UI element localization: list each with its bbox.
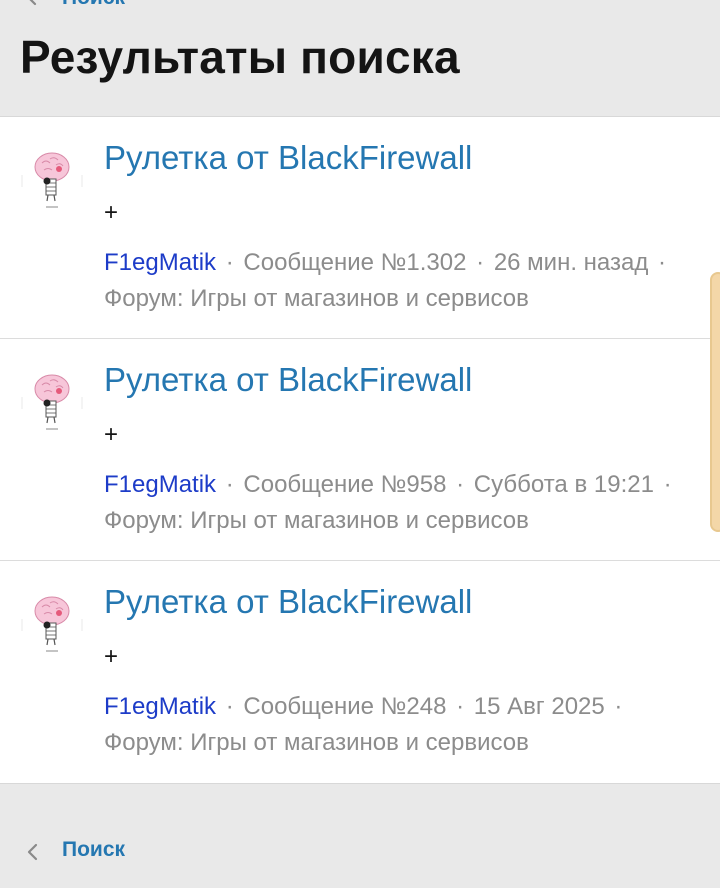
forum-link[interactable]: Форум: Игры от магазинов и сервисов (104, 503, 704, 539)
author-link[interactable]: F1egMatik (104, 693, 216, 720)
meta-separator: · (225, 693, 234, 720)
meta-separator: · (663, 471, 672, 498)
forum-link[interactable]: Форум: Игры от магазинов и сервисов (104, 725, 704, 761)
post-time: 26 мин. назад (493, 249, 649, 276)
avatar[interactable] (20, 367, 84, 431)
forum-link[interactable]: Форум: Игры от магазинов и сервисов (104, 281, 704, 317)
result-meta: F1egMatik · Сообщение №248 · 15 Авг 2025… (104, 689, 704, 761)
meta-separator: · (225, 249, 234, 276)
result-meta: F1egMatik · Сообщение №1.302 · 26 мин. н… (104, 245, 704, 317)
chevron-left-icon (24, 0, 40, 6)
result-snippet: + (104, 421, 119, 448)
meta-separator: · (614, 693, 623, 720)
meta-separator: · (658, 249, 667, 276)
meta-separator: · (225, 471, 234, 498)
chevron-left-icon (26, 842, 40, 862)
post-number[interactable]: Сообщение №958 (243, 471, 446, 498)
breadcrumb-search-link[interactable]: Поиск (62, 0, 125, 10)
meta-separator: · (476, 249, 485, 276)
breadcrumb-search-link[interactable]: Поиск (62, 838, 125, 862)
post-number[interactable]: Сообщение №1.302 (243, 249, 466, 276)
post-time: 15 Авг 2025 (473, 693, 605, 720)
author-link[interactable]: F1egMatik (104, 249, 216, 276)
list-item: Рулетка от BlackFirewall + F1egMatik · С… (0, 339, 720, 561)
result-title-link[interactable]: Рулетка от BlackFirewall (104, 583, 472, 621)
result-snippet: + (104, 199, 119, 226)
avatar[interactable] (20, 145, 84, 209)
result-meta: F1egMatik · Сообщение №958 · Суббота в 1… (104, 467, 704, 539)
meta-separator: · (456, 471, 465, 498)
page-title: Результаты поиска (20, 31, 460, 83)
scrollbar-thumb[interactable] (710, 272, 720, 532)
result-snippet: + (104, 643, 119, 670)
author-link[interactable]: F1egMatik (104, 471, 216, 498)
result-title-link[interactable]: Рулетка от BlackFirewall (104, 139, 472, 177)
post-number[interactable]: Сообщение №248 (243, 693, 446, 720)
list-item: Рулетка от BlackFirewall + F1egMatik · С… (0, 561, 720, 783)
breadcrumb-bottom[interactable]: Поиск (0, 832, 720, 872)
list-item: Рулетка от BlackFirewall + F1egMatik · С… (0, 117, 720, 339)
result-title-link[interactable]: Рулетка от BlackFirewall (104, 361, 472, 399)
meta-separator: · (456, 693, 465, 720)
results-list: Рулетка от BlackFirewall + F1egMatik · С… (0, 116, 720, 784)
avatar[interactable] (20, 589, 84, 653)
post-time: Суббота в 19:21 (473, 471, 654, 498)
search-results-page: Поиск Результаты поиска (0, 0, 720, 888)
